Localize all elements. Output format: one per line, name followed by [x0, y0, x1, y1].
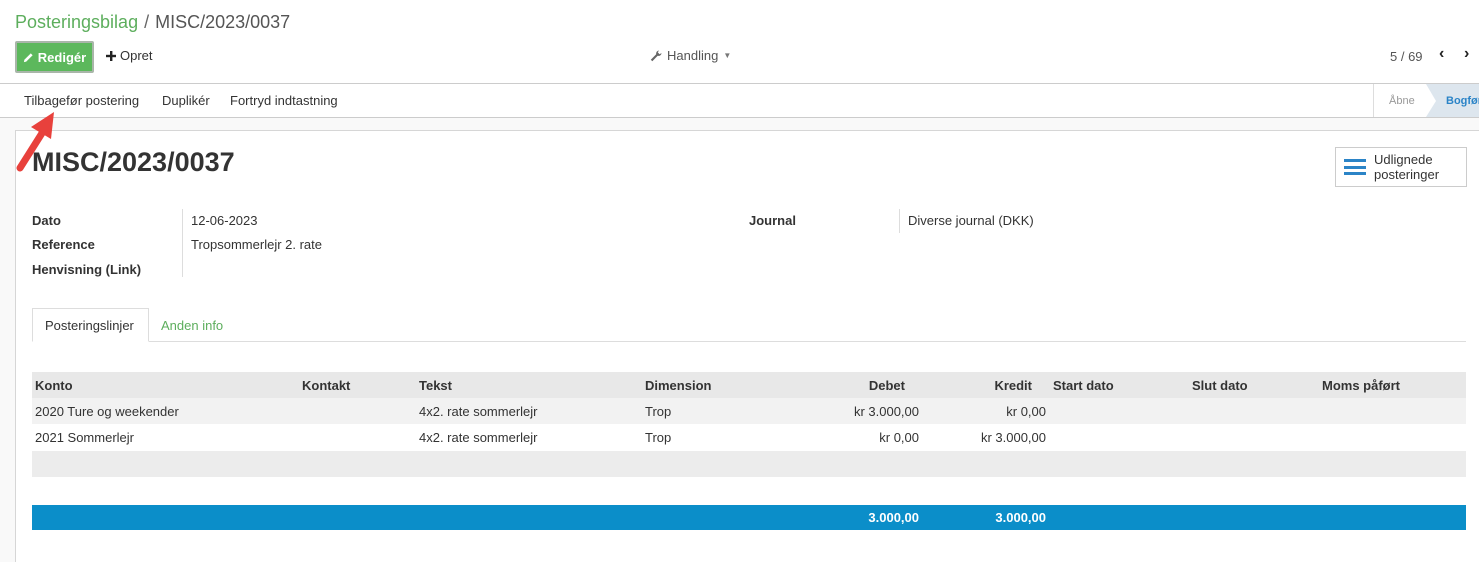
date-label: Dato	[32, 213, 61, 228]
chevron-right-icon[interactable]: ›	[1464, 45, 1469, 63]
header-end-date[interactable]: Slut dato	[1192, 378, 1248, 393]
tab-other-info-label: Anden info	[161, 317, 224, 333]
breadcrumb: Posteringsbilag / MISC/2023/0037	[15, 12, 290, 33]
chevron-left-icon[interactable]: ‹	[1439, 45, 1444, 63]
cell-credit: kr 3.000,00	[980, 430, 1046, 445]
tab-posting-lines[interactable]: Posteringslinjer	[32, 308, 149, 342]
tab-posting-lines-label: Posteringslinjer	[45, 317, 134, 333]
breadcrumb-separator: /	[144, 12, 150, 32]
stage-posted-label: Bogført	[1446, 94, 1479, 107]
tab-divider	[32, 341, 1466, 342]
cell-debit: kr 0,00	[879, 430, 919, 445]
table-header: Konto Kontakt Tekst Dimension Debet Kred…	[32, 372, 1466, 398]
form-sheet	[15, 130, 1479, 562]
total-credit: 3.000,00	[995, 510, 1046, 525]
total-debit: 3.000,00	[868, 510, 919, 525]
cell-debit: kr 3.000,00	[853, 404, 919, 419]
header-credit[interactable]: Kredit	[952, 378, 1032, 393]
cell-dimension: Trop	[645, 404, 672, 419]
cell-text: 4x2. rate sommerlejr	[419, 430, 538, 445]
list-icon	[1344, 159, 1366, 175]
reference-label: Reference	[32, 237, 95, 252]
date-field[interactable]: 12-06-2023	[191, 213, 258, 228]
reconciled-entries-button[interactable]: Udlignede posteringer	[1335, 147, 1467, 187]
reverse-entry-button[interactable]: Tilbagefør postering	[24, 93, 139, 108]
table-row[interactable]: 2021 Sommerlejr 4x2. rate sommerlejr Tro…	[32, 424, 1466, 450]
breadcrumb-parent-link[interactable]: Posteringsbilag	[15, 12, 138, 33]
plus-icon	[106, 50, 116, 61]
action-dropdown[interactable]: Handling ▼	[650, 48, 731, 63]
cell-credit: kr 0,00	[1006, 404, 1046, 419]
wrench-icon	[650, 50, 662, 61]
header-text[interactable]: Tekst	[419, 378, 452, 393]
header-start-date[interactable]: Start dato	[1053, 378, 1114, 393]
field-divider	[182, 209, 183, 277]
annotation-arrow-icon	[16, 112, 54, 172]
pager-value: 5 / 69	[1390, 49, 1423, 64]
action-dropdown-label: Handling	[667, 48, 719, 63]
link-label: Henvisning (Link)	[32, 262, 142, 277]
header-dimension[interactable]: Dimension	[645, 378, 711, 393]
totals-row: 3.000,00 3.000,00	[32, 505, 1466, 530]
create-button[interactable]: Opret	[106, 48, 153, 63]
tab-other-info[interactable]: Anden info	[149, 308, 235, 342]
journal-label: Journal	[749, 213, 796, 228]
reset-to-draft-button[interactable]: Fortryd indtastning	[230, 93, 338, 108]
edit-button[interactable]: Redigér	[15, 41, 94, 73]
statusbar: Tilbagefør postering Duplikér Fortryd in…	[0, 83, 1479, 118]
table-row[interactable]: 2020 Ture og weekender 4x2. rate sommerl…	[32, 398, 1466, 424]
breadcrumb-current: MISC/2023/0037	[155, 12, 291, 32]
cell-dimension: Trop	[645, 430, 672, 445]
pencil-icon	[23, 52, 33, 62]
header-debit[interactable]: Debet	[832, 378, 905, 393]
edit-button-label: Redigér	[37, 49, 87, 65]
reconciled-entries-label: Udlignede posteringer	[1374, 152, 1440, 182]
header-account[interactable]: Konto	[35, 378, 73, 393]
cell-text: 4x2. rate sommerlejr	[419, 404, 538, 419]
create-button-label: Opret	[120, 48, 153, 63]
journal-field[interactable]: Diverse journal (DKK)	[908, 213, 1034, 228]
record-title: MISC/2023/0037	[32, 147, 235, 177]
header-tax-applied[interactable]: Moms påført	[1322, 378, 1400, 393]
caret-down-icon: ▼	[723, 51, 732, 60]
table-row-empty[interactable]	[32, 451, 1466, 477]
duplicate-button[interactable]: Duplikér	[162, 93, 210, 108]
reference-field[interactable]: Tropsommerlejr 2. rate	[191, 237, 322, 252]
cell-account: 2021 Sommerlejr	[35, 430, 134, 445]
cell-account: 2020 Ture og weekender	[35, 404, 179, 419]
stage-posted[interactable]: Bogført	[1426, 84, 1479, 117]
journal-divider	[899, 209, 900, 233]
header-contact[interactable]: Kontakt	[302, 378, 350, 393]
stage-open[interactable]: Åbne	[1373, 84, 1426, 117]
